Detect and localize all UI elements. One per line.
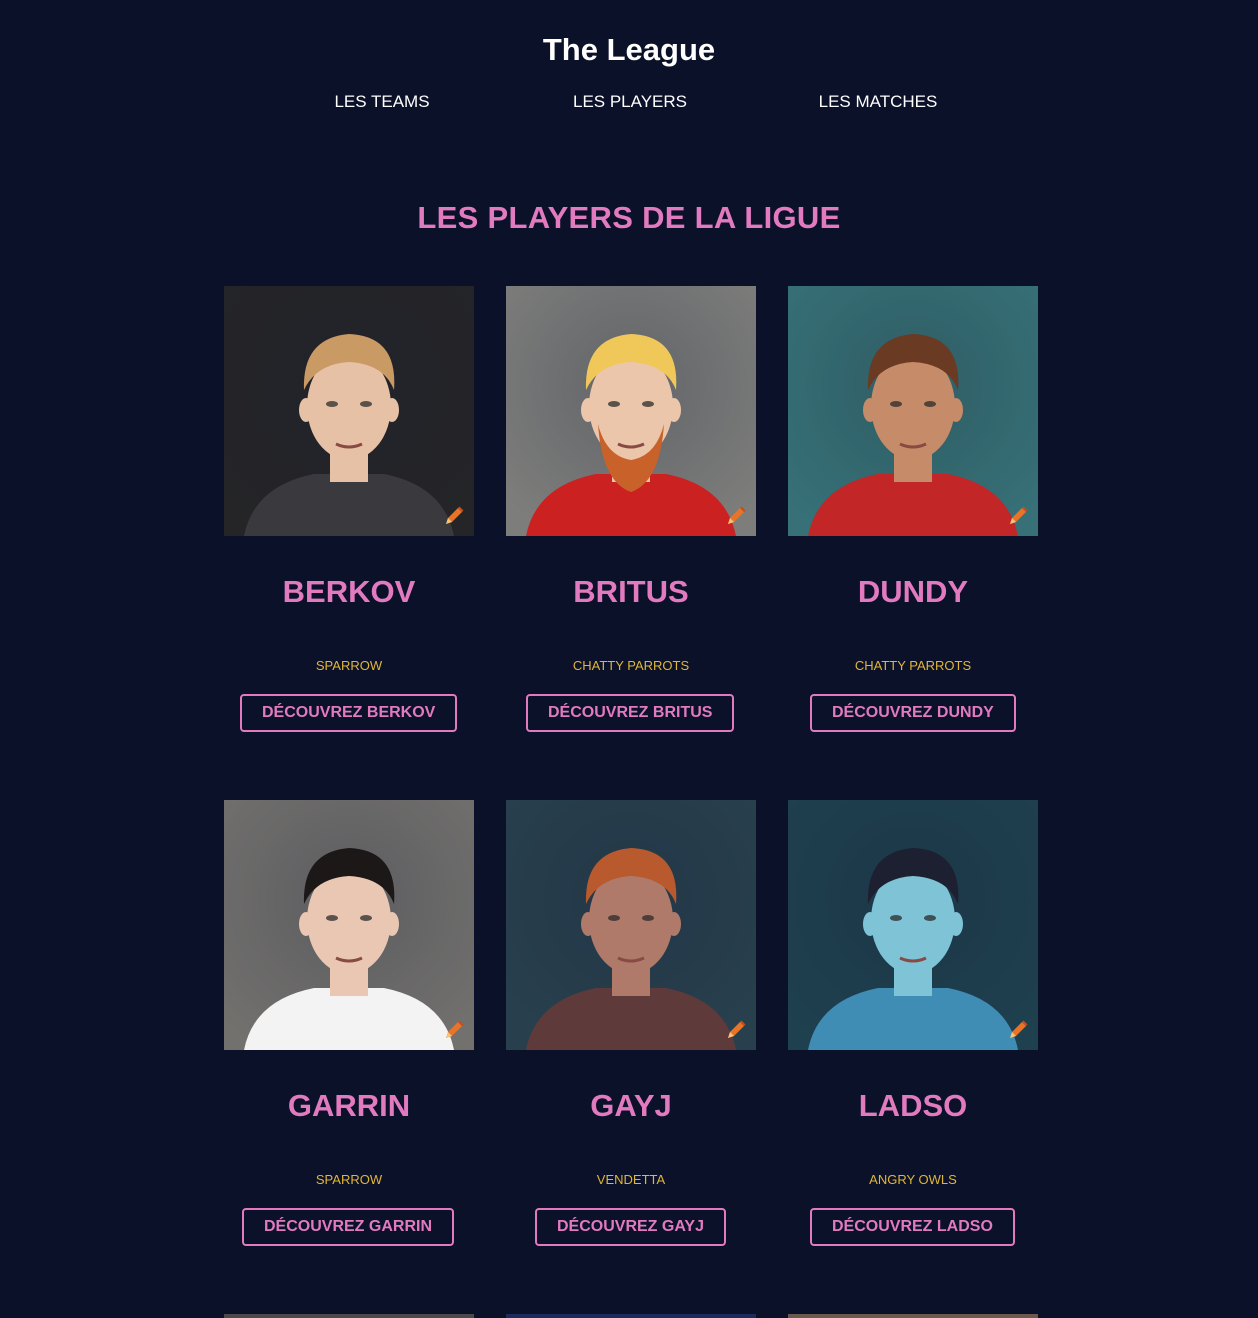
player-name: DUNDY <box>857 574 969 609</box>
player-photo <box>224 286 474 536</box>
player-photo <box>224 800 474 1050</box>
discover-player-button[interactable]: DÉCOUVREZ DUNDY <box>810 694 1016 732</box>
discover-player-button[interactable]: DÉCOUVREZ GARRIN <box>242 1208 455 1246</box>
player-name: BRITUS <box>573 574 689 609</box>
discover-player-button[interactable]: DÉCOUVREZ BERKOV <box>240 694 458 732</box>
page-heading: LES PLAYERS DE LA LIGUE <box>417 200 841 235</box>
player-team: ANGRY OWLS <box>869 1172 957 1187</box>
player-name: GAYJ <box>590 1088 672 1123</box>
player-photo <box>788 286 1038 536</box>
player-name: GARRIN <box>287 1088 411 1123</box>
nav-link-matches[interactable]: LES MATCHES <box>778 90 978 114</box>
site-title: The League <box>542 32 716 67</box>
player-photo <box>224 1314 474 1318</box>
pencil-icon <box>446 506 464 524</box>
discover-player-button[interactable]: DÉCOUVREZ LADSO <box>810 1208 1015 1246</box>
player-name: LADSO <box>858 1088 968 1123</box>
player-photo <box>788 1314 1038 1318</box>
player-card: DUNDY CHATTY PARROTS DÉCOUVREZ DUNDY <box>788 286 1038 736</box>
discover-player-button[interactable]: DÉCOUVREZ BRITUS <box>526 694 735 732</box>
main-nav: LES TEAMS LES PLAYERS LES MATCHES <box>0 90 1258 114</box>
player-team: CHATTY PARROTS <box>572 658 690 673</box>
pencil-icon <box>446 1020 464 1038</box>
nav-link-teams[interactable]: LES TEAMS <box>282 90 482 114</box>
player-card: BRITUS CHATTY PARROTS DÉCOUVREZ BRITUS <box>506 286 756 736</box>
pencil-icon <box>1010 506 1028 524</box>
player-card: GAYJ VENDETTA DÉCOUVREZ GAYJ <box>506 800 756 1250</box>
player-photo <box>506 286 756 536</box>
player-photo <box>506 1314 756 1318</box>
player-photo <box>506 800 756 1050</box>
player-team: SPARROW <box>315 1172 383 1187</box>
nav-link-players[interactable]: LES PLAYERS <box>530 90 730 114</box>
player-card: LADSO ANGRY OWLS DÉCOUVREZ LADSO <box>788 800 1038 1250</box>
player-team: SPARROW <box>315 658 383 673</box>
player-card: GARRIN SPARROW DÉCOUVREZ GARRIN <box>224 800 474 1250</box>
pencil-icon <box>1010 1020 1028 1038</box>
pencil-icon <box>728 1020 746 1038</box>
player-name: BERKOV <box>282 574 416 609</box>
player-team: VENDETTA <box>596 1172 666 1187</box>
pencil-icon <box>728 506 746 524</box>
player-card: BERKOV SPARROW DÉCOUVREZ BERKOV <box>224 286 474 736</box>
player-photo <box>788 800 1038 1050</box>
player-team: CHATTY PARROTS <box>854 658 972 673</box>
discover-player-button[interactable]: DÉCOUVREZ GAYJ <box>535 1208 726 1246</box>
